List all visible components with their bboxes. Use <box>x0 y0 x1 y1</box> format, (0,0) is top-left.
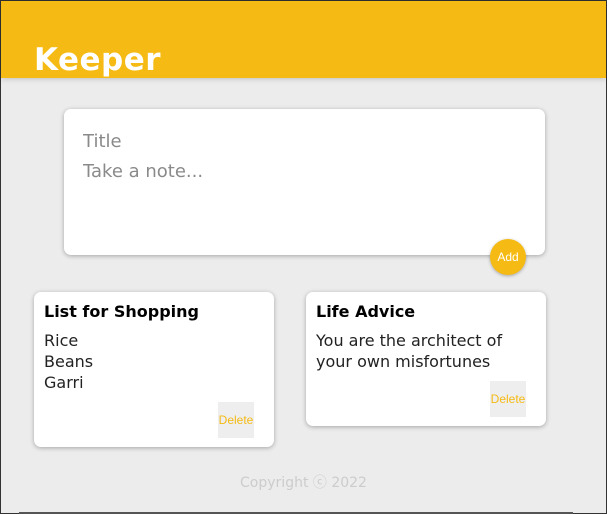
add-note-button[interactable]: Add <box>490 239 526 275</box>
delete-note-button[interactable]: Delete <box>490 381 526 417</box>
note-card: List for Shopping Rice Beans Garri Delet… <box>34 292 274 447</box>
note-title: Life Advice <box>316 302 416 321</box>
note-content-input[interactable] <box>83 161 523 241</box>
footer: Copyright ⓒ 2022 <box>1 472 606 492</box>
note-card: Life Advice You are the architect of you… <box>306 292 546 426</box>
note-content: Rice Beans Garri <box>44 331 94 392</box>
app-header: Keeper <box>1 1 606 78</box>
note-title-input[interactable] <box>83 129 523 153</box>
note-title: List for Shopping <box>44 302 199 321</box>
delete-note-button[interactable]: Delete <box>218 402 254 438</box>
note-content: You are the architect of your own misfor… <box>316 331 503 371</box>
app-title: Keeper <box>34 41 162 78</box>
create-note-form <box>64 109 545 255</box>
copyright-text: Copyright ⓒ 2022 <box>240 475 367 491</box>
